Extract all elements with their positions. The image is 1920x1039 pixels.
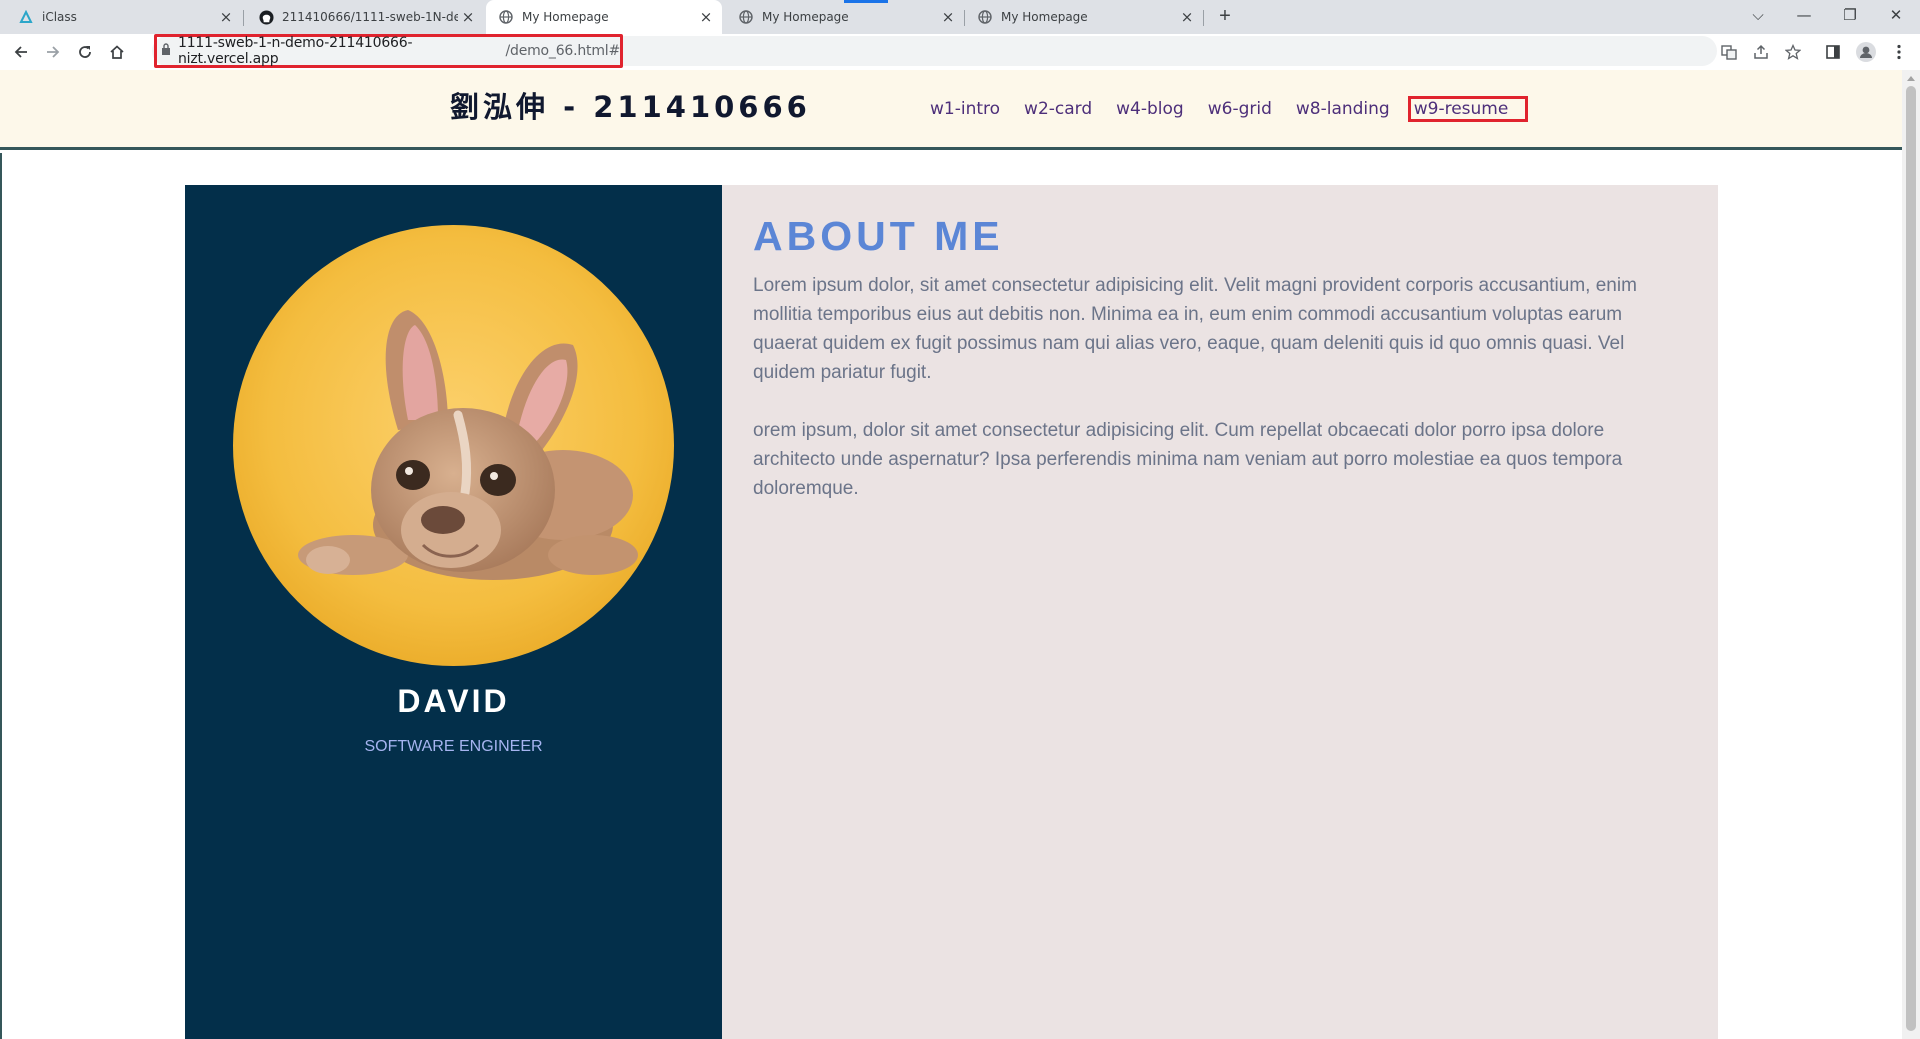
profile-photo xyxy=(233,225,674,666)
back-button[interactable] xyxy=(8,39,34,65)
nav-link-w4-blog[interactable]: w4-blog xyxy=(1116,99,1184,119)
resume-card: DAVID SOFTWARE ENGINEER ABOUT ME Lorem i… xyxy=(185,185,1718,1039)
scrollbar-thumb[interactable] xyxy=(1906,86,1916,1031)
browser-toolbar: 1111-sweb-1-n-demo-211410666-nizt.vercel… xyxy=(0,34,1920,70)
minimize-button[interactable]: — xyxy=(1782,2,1826,30)
tab-github[interactable]: 211410666/1111-sweb-1N-de × xyxy=(244,0,484,34)
restore-button[interactable]: ❐ xyxy=(1828,2,1872,30)
tab-my-homepage[interactable]: My Homepage × xyxy=(724,0,964,34)
tab-title: My Homepage xyxy=(1001,10,1088,24)
about-title: ABOUT ME xyxy=(753,213,1004,259)
tab-title: iClass xyxy=(42,10,77,24)
tab-iclass[interactable]: iClass × xyxy=(0,0,242,34)
translate-icon[interactable] xyxy=(1718,41,1740,63)
page-viewport: 劉泓伸 - 211410666 w1-intro w2-card w4-blog… xyxy=(0,70,1902,1039)
menu-kebab-icon[interactable] xyxy=(1888,41,1910,63)
tab-title: My Homepage xyxy=(762,10,849,24)
nav-link-w6-grid[interactable]: w6-grid xyxy=(1208,99,1272,119)
close-tab-icon[interactable]: × xyxy=(458,8,478,26)
tab-search-button[interactable]: ⌵ xyxy=(1736,2,1780,30)
globe-icon xyxy=(738,9,754,25)
globe-icon xyxy=(977,9,993,25)
forward-arrow-icon xyxy=(47,46,60,58)
home-icon xyxy=(110,45,124,59)
tab-my-homepage[interactable]: My Homepage × xyxy=(965,0,1203,34)
site-header: 劉泓伸 - 211410666 w1-intro w2-card w4-blog… xyxy=(0,70,1902,150)
nav-link-w8-landing[interactable]: w8-landing xyxy=(1296,99,1390,119)
profile-role: SOFTWARE ENGINEER xyxy=(364,738,543,755)
profile-name: DAVID xyxy=(397,683,510,719)
close-window-button[interactable]: ✕ xyxy=(1874,2,1918,30)
close-tab-icon[interactable]: × xyxy=(1177,8,1197,26)
url-path: /demo_66.html# xyxy=(505,43,620,59)
site-title: 劉泓伸 - 211410666 xyxy=(450,90,811,124)
bookmark-star-icon[interactable] xyxy=(1782,41,1804,63)
new-tab-button[interactable]: + xyxy=(1212,5,1238,29)
nav-link-w2-card[interactable]: w2-card xyxy=(1024,99,1092,119)
about-section: ABOUT ME Lorem ipsum dolor, sit amet con… xyxy=(722,185,1718,1039)
tab-divider xyxy=(1203,10,1204,26)
nav-link-w1-intro[interactable]: w1-intro xyxy=(930,99,1000,119)
lock-icon xyxy=(161,42,171,60)
tab-title: 211410666/1111-sweb-1N-de xyxy=(282,10,458,24)
content-left-border xyxy=(0,153,2,1039)
side-panel-icon[interactable] xyxy=(1822,41,1844,63)
iclass-icon xyxy=(18,9,34,25)
reload-icon xyxy=(79,46,91,58)
url-highlight-box[interactable]: 1111-sweb-1-n-demo-211410666-nizt.vercel… xyxy=(154,34,623,68)
close-tab-icon[interactable]: × xyxy=(216,8,236,26)
forward-button[interactable] xyxy=(40,39,66,65)
nav-link-w9-resume[interactable]: w9-resume xyxy=(1407,96,1529,122)
reload-button[interactable] xyxy=(72,39,98,65)
about-paragraph: orem ipsum, dolor sit amet consectetur a… xyxy=(753,420,1623,499)
profile-sidebar: DAVID SOFTWARE ENGINEER xyxy=(185,185,722,1039)
about-paragraph: Lorem ipsum dolor, sit amet consectetur … xyxy=(753,275,1637,383)
home-button[interactable] xyxy=(104,39,130,65)
page-scrollbar[interactable] xyxy=(1902,70,1920,1039)
tab-title: My Homepage xyxy=(522,10,609,24)
tab-strip: iClass × 211410666/1111-sweb-1N-de × My … xyxy=(0,0,1920,34)
close-tab-icon[interactable]: × xyxy=(938,8,958,26)
share-icon[interactable] xyxy=(1750,41,1772,63)
site-nav: w1-intro w2-card w4-blog w6-grid w8-land… xyxy=(930,90,1529,128)
profile-avatar-icon[interactable] xyxy=(1855,41,1877,63)
github-icon xyxy=(258,9,274,25)
globe-icon xyxy=(498,9,514,25)
close-tab-icon[interactable]: × xyxy=(696,8,716,26)
scroll-up-icon[interactable] xyxy=(1907,76,1915,81)
url-host: 1111-sweb-1-n-demo-211410666-nizt.vercel… xyxy=(178,35,413,67)
back-arrow-icon xyxy=(14,46,27,58)
tab-my-homepage-active[interactable]: My Homepage × xyxy=(486,0,722,34)
